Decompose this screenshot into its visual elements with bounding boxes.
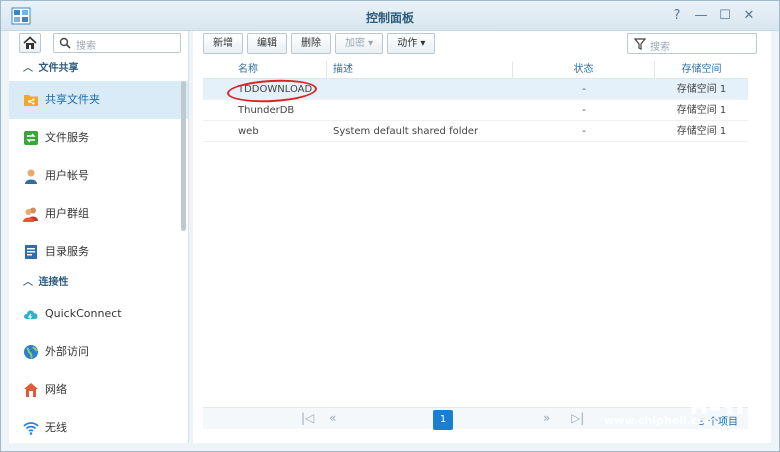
sidebar-item-label: 共享文件夹 [45,93,100,106]
title-bar[interactable]: 控制面板 ? — ☐ ✕ [1,1,779,31]
next-page-icon[interactable]: » [543,411,550,425]
shared-folder-table: 名称 描述 状态 存储空间 TDDOWNLOAD - 存储空间 1 Thunde… [203,61,748,142]
minimize-button[interactable]: — [689,6,713,26]
network-icon [24,383,38,397]
cell-status: - [582,84,586,95]
directory-icon [25,245,37,259]
sidebar-item-quickconnect[interactable]: QuickConnect [9,295,188,333]
toolbar: 新增 编辑 删除 加密 ▾ 动作 ▾ [203,33,436,54]
file-service-icon [24,131,38,145]
shared-folder-icon [24,95,38,106]
sidebar-item-wireless[interactable]: 无线 [9,409,188,443]
cell-name: ThunderDB [238,105,295,116]
sidebar-item-file-service[interactable]: 文件服务 [9,119,188,157]
sidebar-search-input[interactable]: 搜索 [53,33,181,53]
delete-button[interactable]: 删除 [291,33,331,54]
cell-volume: 存储空间 1 [676,126,727,137]
sidebar-search-placeholder: 搜索 [76,41,96,52]
table-row[interactable]: web System default shared folder - 存储空间 … [203,121,748,142]
section-title: 文件共享 [38,63,79,74]
section-connectivity[interactable]: ︿ 连接性 [9,271,188,295]
user-icon [25,169,37,184]
cell-description [327,79,513,99]
sidebar-item-label: QuickConnect [45,307,122,320]
section-title: 连接性 [38,277,69,288]
filter-icon [634,38,646,50]
first-page-icon[interactable]: |◁ [301,411,314,425]
chiphell-watermark: www.chiphell.com [604,372,754,432]
sidebar-item-network[interactable]: 网络 [9,371,188,409]
sidebar-item-directory[interactable]: 目录服务 [9,233,188,271]
filter-placeholder: 搜索 [650,42,670,53]
sidebar-item-label: 外部访问 [45,345,89,358]
maximize-button[interactable]: ☐ [713,6,737,26]
window-title: 控制面板 [365,11,414,25]
column-header-volume[interactable]: 存储空间 [655,61,748,78]
chiphell-logo [686,374,743,414]
sidebar-item-label: 网络 [45,383,67,396]
table-row[interactable]: ThunderDB - 存储空间 1 [203,100,748,121]
wifi-icon [23,422,39,435]
section-file-sharing[interactable]: ︿ 文件共享 [9,57,188,81]
sidebar-item-label: 文件服务 [45,131,89,144]
sidebar: 搜索 ︿ 文件共享 共享文件夹 文件服务 用户帐号 用户群组 目录服务 ︿ 连接… [9,31,189,443]
sidebar-item-label: 用户群组 [45,207,89,220]
sidebar-item-shared-folder[interactable]: 共享文件夹 [9,81,188,119]
help-button[interactable]: ? [665,6,689,26]
action-button[interactable]: 动作 ▾ [387,33,436,54]
column-header-status[interactable]: 状态 [513,61,655,78]
table-header: 名称 描述 状态 存储空间 [203,61,748,79]
sidebar-item-user[interactable]: 用户帐号 [9,157,188,195]
current-page-button[interactable]: 1 [433,410,453,430]
home-icon [23,36,37,49]
sidebar-scrollbar[interactable] [181,81,186,231]
create-button[interactable]: 新增 [203,33,243,54]
edit-button[interactable]: 编辑 [247,33,287,54]
home-button[interactable] [19,33,41,53]
globe-icon [24,345,38,359]
sidebar-item-external-access[interactable]: 外部访问 [9,333,188,371]
cell-volume: 存储空间 1 [676,84,727,95]
cell-status: - [582,126,586,137]
cell-description: System default shared folder [333,126,479,137]
cell-volume: 存储空间 1 [676,105,727,116]
column-header-name[interactable]: 名称 [203,61,327,78]
last-page-icon[interactable]: ▷| [571,411,584,425]
encrypt-button[interactable]: 加密 ▾ [335,33,384,54]
chevron-up-icon: ︿ [23,277,33,288]
group-icon [23,207,38,222]
sidebar-item-label: 目录服务 [45,245,89,258]
column-header-description[interactable]: 描述 [327,61,513,78]
prev-page-icon[interactable]: « [329,411,336,425]
cell-description [327,100,513,120]
chevron-up-icon: ︿ [23,63,33,74]
search-icon [59,37,71,49]
cloud-icon [24,310,38,320]
filter-search-input[interactable]: 搜索 [627,33,757,54]
sidebar-item-group[interactable]: 用户群组 [9,195,188,233]
cell-name: web [238,126,259,137]
watermark-url: www.chiphell.com [604,414,717,427]
close-button[interactable]: ✕ [737,6,761,26]
sidebar-item-label: 无线 [45,421,67,434]
cell-status: - [582,105,586,116]
sidebar-item-label: 用户帐号 [45,169,89,182]
